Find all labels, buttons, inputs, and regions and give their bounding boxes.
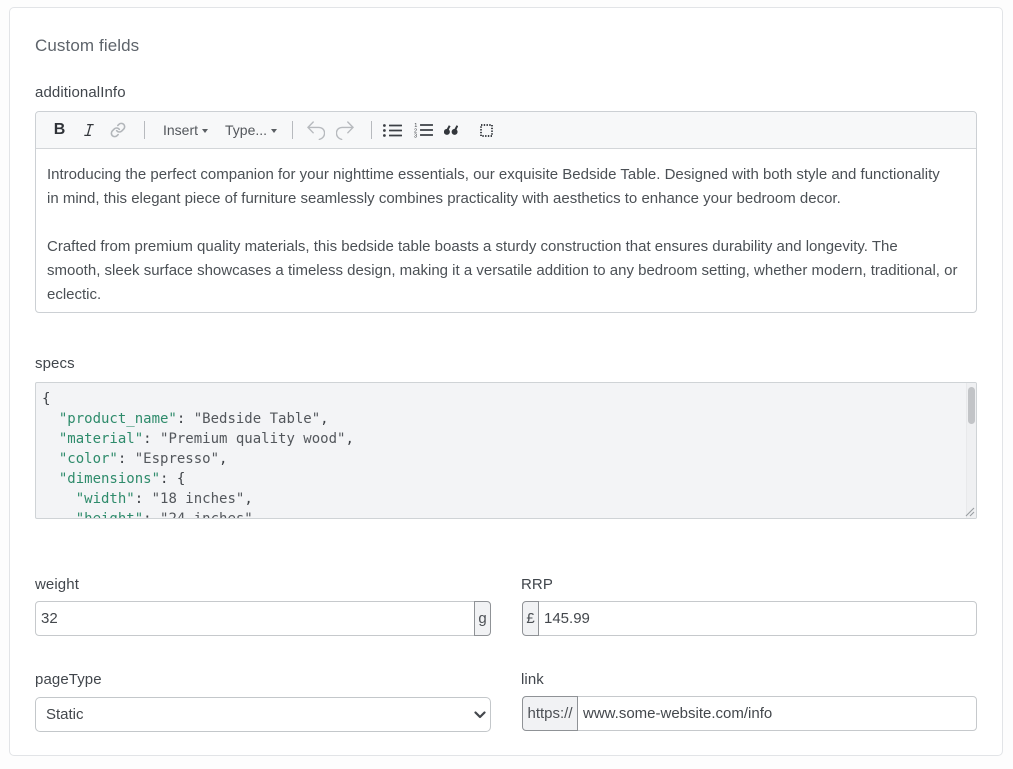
rrp-input-group: £ 145.99 bbox=[522, 601, 977, 636]
rrp-label: RRP bbox=[521, 575, 977, 595]
bullet-list-button[interactable] bbox=[378, 116, 407, 144]
section-title: Custom fields bbox=[35, 36, 977, 56]
scrollbar-track[interactable] bbox=[966, 383, 976, 518]
bold-icon: B bbox=[54, 121, 66, 139]
weight-unit-suffix: g bbox=[474, 601, 491, 636]
code-lines: { "product_name": "Bedside Table", "mate… bbox=[42, 389, 958, 519]
fullscreen-button[interactable] bbox=[472, 116, 501, 144]
specs-label: specs bbox=[35, 354, 977, 374]
code-line: { bbox=[42, 389, 958, 409]
undo-icon bbox=[307, 121, 325, 140]
link-protocol-prefix: https:// bbox=[522, 696, 578, 731]
page: Custom fields additionalInfo B Insert Ty… bbox=[0, 0, 1013, 769]
blockquote-button[interactable] bbox=[436, 116, 465, 144]
redo-button[interactable] bbox=[330, 116, 359, 144]
chevron-down-icon bbox=[474, 711, 486, 719]
custom-fields-card: Custom fields additionalInfo B Insert Ty… bbox=[9, 7, 1003, 756]
page-type-label: pageType bbox=[35, 670, 491, 690]
specs-code-editor[interactable]: { "product_name": "Bedside Table", "mate… bbox=[35, 382, 977, 519]
rte-content[interactable]: Introducing the perfect companion for yo… bbox=[36, 149, 976, 312]
toolbar-divider bbox=[371, 121, 372, 139]
chevron-down-icon bbox=[271, 129, 277, 133]
undo-button[interactable] bbox=[301, 116, 330, 144]
link-icon bbox=[110, 122, 126, 138]
chevron-down-icon bbox=[202, 129, 208, 133]
bullet-list-icon bbox=[383, 124, 402, 137]
numbered-list-button[interactable]: 123 bbox=[409, 116, 438, 144]
type-menu-button[interactable]: Type... bbox=[225, 116, 277, 144]
italic-button[interactable] bbox=[74, 116, 103, 144]
insert-menu-button[interactable]: Insert bbox=[163, 116, 208, 144]
additional-info-label: additionalInfo bbox=[35, 83, 977, 103]
redo-icon bbox=[336, 121, 354, 140]
code-line: "width": "18 inches", bbox=[42, 489, 958, 509]
rrp-currency-prefix: £ bbox=[522, 601, 539, 636]
code-line: "dimensions": { bbox=[42, 469, 958, 489]
link-input[interactable]: www.some-website.com/info bbox=[577, 696, 977, 731]
insert-menu-label: Insert bbox=[163, 122, 198, 138]
rte-toolbar: B Insert Type... bbox=[36, 112, 976, 149]
weight-label: weight bbox=[35, 575, 491, 595]
weight-input-group: 32 g bbox=[35, 601, 491, 636]
blockquote-icon bbox=[444, 125, 458, 135]
code-line: "height": "24 inches", bbox=[42, 509, 958, 519]
link-label: link bbox=[521, 670, 977, 690]
toolbar-divider bbox=[144, 121, 145, 139]
resize-grip-icon[interactable] bbox=[964, 506, 975, 517]
svg-text:3: 3 bbox=[414, 133, 417, 138]
rrp-input[interactable]: 145.99 bbox=[538, 601, 977, 636]
page-type-value: Static bbox=[46, 706, 84, 723]
italic-icon bbox=[83, 124, 95, 136]
rich-text-editor: B Insert Type... bbox=[35, 111, 977, 313]
toolbar-divider bbox=[292, 121, 293, 139]
link-input-group: https:// www.some-website.com/info bbox=[522, 696, 977, 731]
code-line: "material": "Premium quality wood", bbox=[42, 429, 958, 449]
rte-paragraph: Crafted from premium quality materials, … bbox=[47, 235, 962, 307]
scrollbar-thumb[interactable] bbox=[968, 387, 975, 424]
page-type-select[interactable]: Static bbox=[35, 697, 491, 732]
weight-input[interactable]: 32 bbox=[35, 601, 475, 636]
rte-paragraph: Introducing the perfect companion for yo… bbox=[47, 163, 962, 211]
link-button[interactable] bbox=[103, 116, 132, 144]
numbered-list-icon: 123 bbox=[414, 123, 433, 138]
code-line: "product_name": "Bedside Table", bbox=[42, 409, 958, 429]
type-menu-label: Type... bbox=[225, 122, 267, 138]
bold-button[interactable]: B bbox=[45, 116, 74, 144]
code-line: "color": "Espresso", bbox=[42, 449, 958, 469]
dashed-square-icon bbox=[480, 124, 493, 137]
